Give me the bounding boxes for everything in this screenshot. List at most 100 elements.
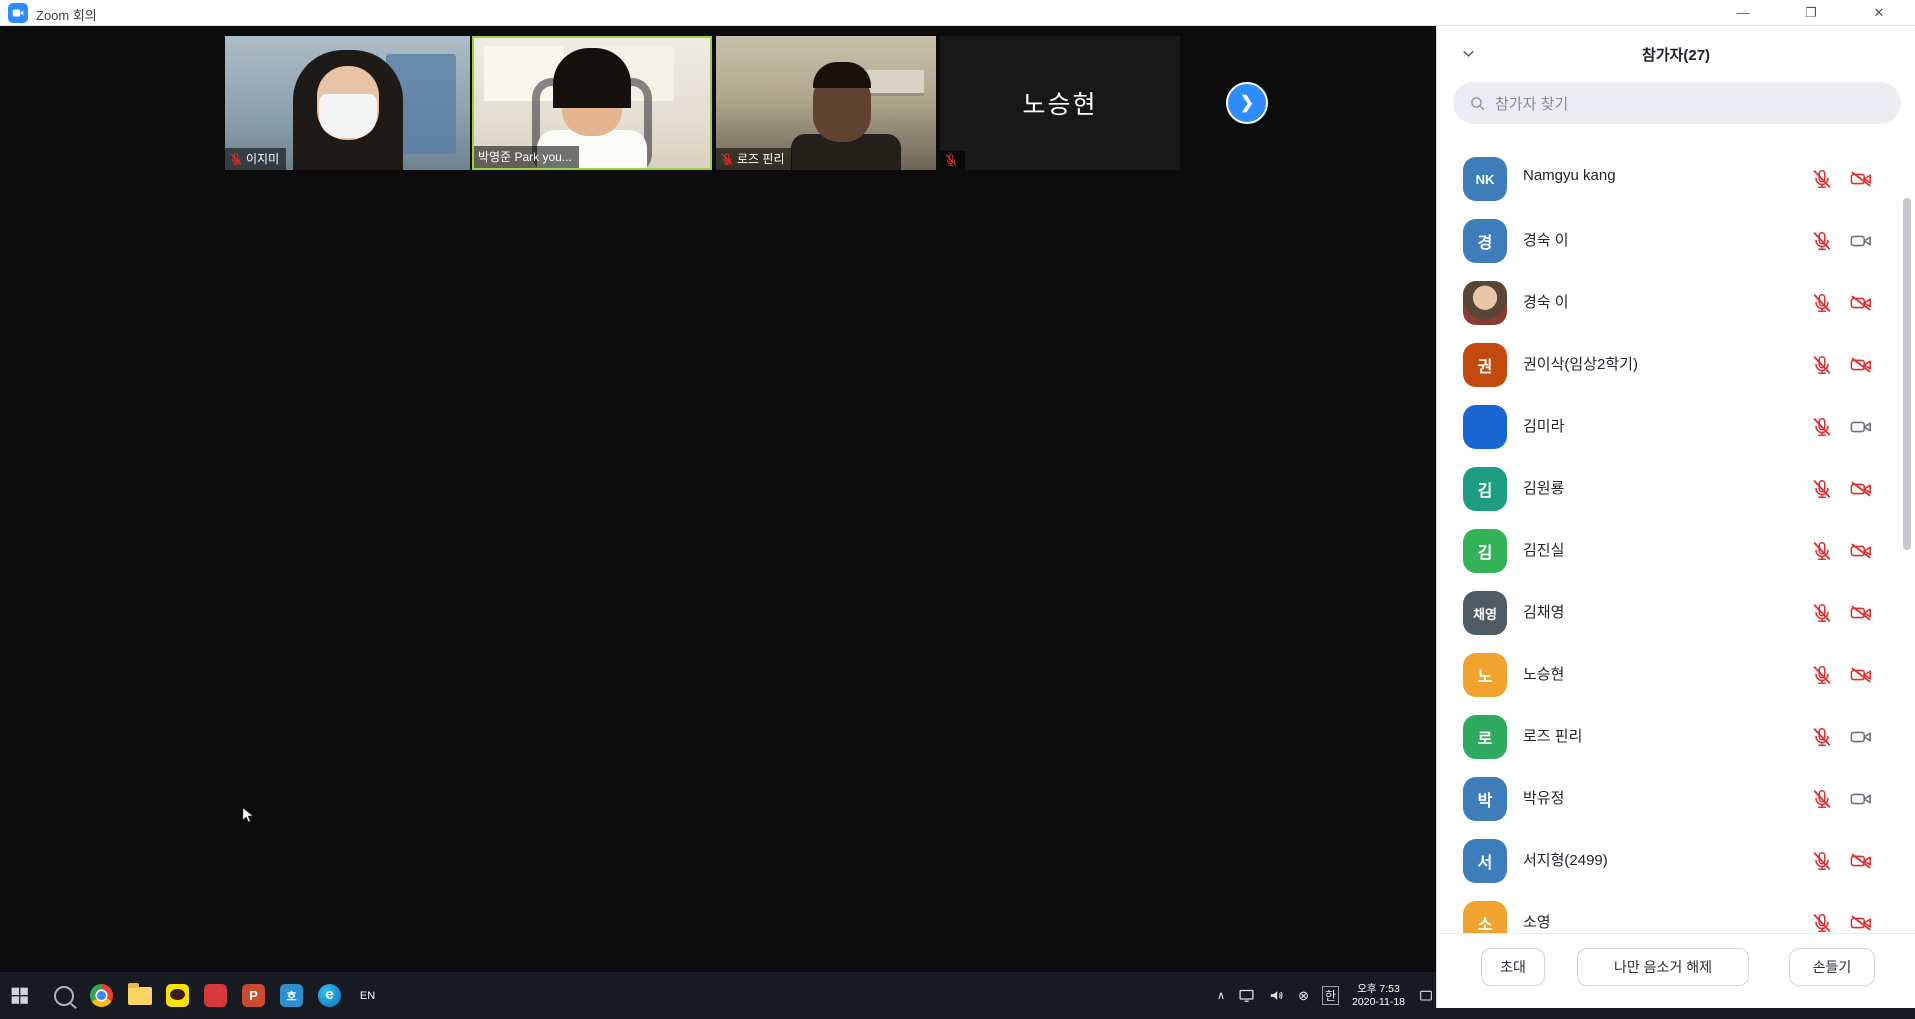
participant-row[interactable]: 김김진실	[1437, 527, 1915, 579]
participant-status-icons	[1811, 788, 1873, 815]
action-center-icon[interactable]	[1418, 988, 1434, 1004]
taskbar-search-icon[interactable]	[50, 982, 77, 1009]
participant-row[interactable]: 로로즈 핀리	[1437, 713, 1915, 765]
participant-avatar: 채영	[1463, 591, 1507, 635]
participant-status-icons	[1811, 602, 1873, 629]
participant-row[interactable]: 경숙 이	[1437, 279, 1915, 331]
mic-muted-icon[interactable]	[1811, 168, 1833, 195]
participant-name: 김미라	[1523, 415, 1564, 436]
participant-status-icons	[1811, 354, 1873, 381]
taskbar-lang-en-icon[interactable]: EN	[354, 982, 381, 1009]
restore-icon[interactable]: ❐	[1794, 0, 1828, 26]
participant-name: 서지형(2499)	[1523, 849, 1608, 870]
camera-off-icon[interactable]	[1849, 664, 1873, 691]
video-tile[interactable]: 로즈 핀리	[716, 36, 936, 170]
participant-name: 김채영	[1523, 601, 1564, 622]
participant-avatar	[1463, 281, 1507, 325]
tray-clock[interactable]: 오후 7:53 2020-11-18	[1352, 983, 1405, 1009]
blocked-tray-icon[interactable]: ⊗	[1298, 988, 1309, 1004]
participant-row[interactable]: 서 서지형(2499)	[1437, 837, 1915, 889]
hwp-icon: 호	[280, 984, 303, 1007]
video-tile[interactable]: 이지미	[225, 36, 470, 170]
camera-off-icon[interactable]	[1849, 540, 1873, 567]
system-tray: ∧ ⊗ 한 오후 7:53 2020-11-18	[1217, 972, 1434, 1019]
video-tile[interactable]: 노승현	[940, 36, 1180, 170]
mic-muted-icon[interactable]	[1811, 416, 1833, 443]
mic-muted-icon[interactable]	[1811, 540, 1833, 567]
folder-icon	[128, 987, 152, 1005]
taskbar-edge-icon[interactable]: e	[316, 982, 343, 1009]
mouse-cursor	[238, 806, 257, 830]
participants-panel: 참가자(27) 참가자 찾기 NKNamgyu kang경경숙 이경숙 이권권이…	[1436, 26, 1915, 1008]
language-indicator: EN	[360, 990, 375, 1002]
mic-muted-icon[interactable]	[1811, 354, 1833, 381]
raise-hand-button[interactable]: 손들기	[1789, 948, 1875, 986]
participant-row[interactable]: 채영 김채영	[1437, 589, 1915, 641]
taskbar-app-red-icon[interactable]	[202, 982, 229, 1009]
tray-expand-icon[interactable]: ∧	[1217, 989, 1225, 1002]
display-tray-icon[interactable]	[1238, 987, 1255, 1004]
participant-search-input[interactable]: 참가자 찾기	[1453, 82, 1901, 124]
taskbar-hwp-icon[interactable]: 호	[278, 982, 305, 1009]
volume-tray-icon[interactable]	[1268, 987, 1285, 1004]
participant-status-icons	[1811, 416, 1873, 443]
participant-row[interactable]: 경경숙 이	[1437, 217, 1915, 269]
camera-off-icon[interactable]	[1849, 602, 1873, 629]
participant-row[interactable]: 김김원룡	[1437, 465, 1915, 517]
mic-muted-icon[interactable]	[1811, 292, 1833, 319]
clock-time: 오후 7:53	[1352, 983, 1405, 996]
video-name-label: 이지미	[225, 148, 286, 170]
video-name-label: 로즈 핀리	[716, 148, 792, 170]
chrome-icon	[90, 984, 113, 1007]
unmute-me-button[interactable]: 나만 음소거 해제	[1577, 948, 1749, 986]
video-name-centered: 노승현	[940, 36, 1180, 170]
participant-row[interactable]: NKNamgyu kang	[1437, 155, 1915, 207]
mic-muted-icon[interactable]	[1811, 664, 1833, 691]
search-icon	[54, 986, 74, 1006]
taskbar-chrome-icon[interactable]	[88, 982, 115, 1009]
participant-row[interactable]: 노노승현	[1437, 651, 1915, 703]
edge-icon: e	[318, 984, 341, 1007]
participant-name: 경숙 이	[1523, 291, 1569, 312]
minimize-icon[interactable]: —	[1726, 0, 1760, 26]
participant-name: 권이삭(임상2학기)	[1523, 353, 1638, 374]
start-button[interactable]	[6, 982, 33, 1009]
participant-avatar: 김	[1463, 529, 1507, 573]
camera-on-icon[interactable]	[1849, 726, 1873, 753]
taskbar-powerpoint-icon[interactable]: P	[240, 982, 267, 1009]
participant-status-icons	[1811, 478, 1873, 505]
camera-off-icon[interactable]	[1849, 478, 1873, 505]
mic-muted-icon[interactable]	[1811, 478, 1833, 505]
participants-scrollbar[interactable]	[1903, 198, 1911, 550]
participant-video	[813, 62, 871, 88]
mic-muted-icon[interactable]	[1811, 602, 1833, 629]
ime-korean-indicator[interactable]: 한	[1322, 986, 1339, 1005]
video-tile[interactable]: 박영준 Park you...	[472, 36, 712, 170]
participant-row[interactable]: 김미라	[1437, 403, 1915, 455]
invite-button[interactable]: 초대	[1481, 948, 1545, 986]
camera-off-icon[interactable]	[1849, 292, 1873, 319]
mic-muted-icon[interactable]	[1811, 726, 1833, 753]
zoom-camera-logo-icon	[8, 3, 28, 23]
mic-muted-icon[interactable]	[1811, 850, 1833, 877]
participant-avatar: 서	[1463, 839, 1507, 883]
taskbar-kakaotalk-icon[interactable]	[164, 982, 191, 1009]
camera-on-icon[interactable]	[1849, 416, 1873, 443]
participant-row[interactable]: 권권이삭(임상2학기)	[1437, 341, 1915, 393]
participant-status-icons	[1811, 168, 1873, 195]
close-icon[interactable]: ✕	[1862, 0, 1896, 26]
camera-off-icon[interactable]	[1849, 354, 1873, 381]
camera-off-icon[interactable]	[1849, 850, 1873, 877]
mic-muted-icon[interactable]	[1811, 230, 1833, 257]
taskbar-explorer-icon[interactable]	[126, 982, 153, 1009]
participant-name: 노승현	[1523, 663, 1564, 684]
participant-row[interactable]: 박박유정	[1437, 775, 1915, 827]
next-videos-button[interactable]: ❯	[1226, 82, 1268, 124]
mic-muted-icon[interactable]	[1811, 788, 1833, 815]
participant-video	[553, 48, 631, 108]
camera-on-icon[interactable]	[1849, 788, 1873, 815]
camera-off-icon[interactable]	[1849, 168, 1873, 195]
camera-on-icon[interactable]	[1849, 230, 1873, 257]
kakaotalk-icon	[166, 984, 189, 1007]
video-name-label: 박영준 Park you...	[474, 146, 579, 168]
